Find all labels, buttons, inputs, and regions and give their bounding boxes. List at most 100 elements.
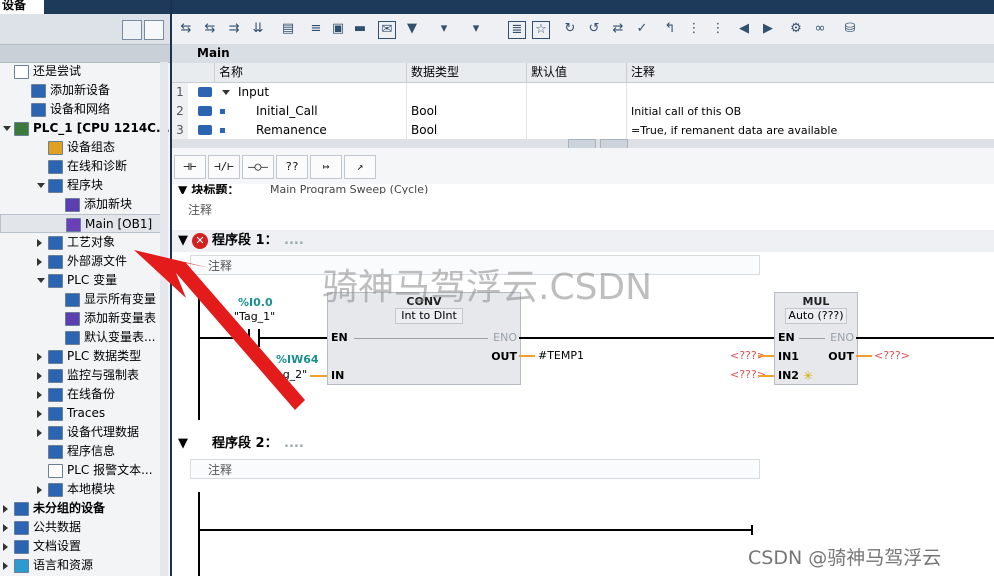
- tree-item[interactable]: Traces: [0, 404, 168, 423]
- conv-out-operand[interactable]: #TEMP1: [538, 349, 584, 362]
- tree-item[interactable]: PLC 变量: [0, 271, 168, 290]
- tree-item[interactable]: 设备组态: [0, 138, 168, 157]
- list-icon[interactable]: ≡: [308, 21, 324, 37]
- tree-item[interactable]: 添加新块: [0, 195, 168, 214]
- open-icon[interactable]: ▤: [280, 21, 296, 37]
- add-input-icon[interactable]: ✳: [803, 369, 813, 383]
- row-default[interactable]: [526, 102, 626, 121]
- col-name[interactable]: 名称: [214, 63, 406, 82]
- block-title-text[interactable]: Main Program Sweep (Cycle): [270, 184, 428, 194]
- table-row[interactable]: 2 Initial_Call Bool Initial call of this…: [172, 102, 994, 122]
- tree-item[interactable]: PLC 报警文本...: [0, 461, 168, 480]
- comment-icon[interactable]: ✉: [378, 21, 396, 39]
- absolute-operand-icon[interactable]: ≣: [508, 21, 526, 39]
- expand-icon[interactable]: [37, 429, 42, 437]
- collapse-icon[interactable]: [3, 126, 11, 131]
- window-icon[interactable]: ▣: [330, 21, 346, 37]
- tree-item[interactable]: 公共数据: [0, 518, 168, 537]
- contact-tag[interactable]: "Tag_1": [234, 310, 275, 323]
- row-name[interactable]: Input: [234, 83, 406, 102]
- tree-item[interactable]: PLC_1 [CPU 1214C...: [0, 119, 170, 138]
- contact-address[interactable]: %I0.0: [238, 296, 273, 309]
- network-1-header[interactable]: ▼ ✕ 程序段 1： ....: [172, 230, 994, 252]
- list-icon[interactable]: ⋮: [686, 21, 702, 37]
- expand-icon[interactable]: [37, 372, 42, 380]
- nc-contact-button[interactable]: ⊣/⊢: [208, 155, 240, 179]
- row-default[interactable]: [526, 121, 626, 140]
- mul-box[interactable]: MUL Auto (???) EN ENO IN1 OUT IN2 ✳: [774, 292, 858, 385]
- tree-item[interactable]: 语言和资源: [0, 556, 168, 575]
- list-icon[interactable]: ⋮: [710, 21, 726, 37]
- branch-icon[interactable]: ⇊: [250, 21, 266, 37]
- close-branch-button[interactable]: ↗: [344, 155, 376, 179]
- tree-item[interactable]: 添加新变量表: [0, 309, 168, 328]
- row-type[interactable]: Bool: [406, 121, 526, 140]
- table-row[interactable]: 1 Input: [172, 83, 994, 103]
- row-comment[interactable]: [626, 83, 926, 102]
- row-default[interactable]: [526, 83, 626, 102]
- tree-item[interactable]: 设备代理数据: [0, 423, 168, 442]
- tree-item[interactable]: 在线和诊断: [0, 157, 168, 176]
- expand-icon[interactable]: ▼: [404, 21, 420, 37]
- check-icon[interactable]: ✓: [634, 21, 650, 37]
- next-error-icon[interactable]: ▶: [760, 21, 776, 37]
- insert-network-icon[interactable]: ⇆: [178, 21, 194, 37]
- expand-icon[interactable]: [3, 562, 8, 570]
- empty-box-button[interactable]: ??: [276, 155, 308, 179]
- table-row[interactable]: 3 Remanence Bool =True, if remanent data…: [172, 121, 994, 141]
- tree-item[interactable]: 文档设置: [0, 537, 168, 556]
- row-type[interactable]: [406, 83, 526, 102]
- expand-icon[interactable]: [37, 410, 42, 418]
- collapse-icon[interactable]: [37, 183, 45, 188]
- mul-out-placeholder[interactable]: <???>: [874, 349, 910, 362]
- tree-item[interactable]: 设备和网络: [0, 100, 168, 119]
- row-comment[interactable]: =True, if remanent data are available: [626, 121, 926, 140]
- network-2-title[interactable]: ....: [284, 433, 304, 455]
- tree-item[interactable]: 显示所有变量: [0, 290, 168, 309]
- row-name[interactable]: Remanence: [252, 121, 406, 140]
- network-2-header[interactable]: ▼ 程序段 2： ....: [172, 433, 994, 455]
- network-2-comment[interactable]: 注释: [190, 459, 760, 479]
- block-comment[interactable]: 注释: [188, 201, 212, 218]
- tree-item[interactable]: 未分组的设备: [0, 499, 168, 518]
- row-name[interactable]: Initial_Call: [252, 102, 406, 121]
- no-contact-icon[interactable]: [248, 329, 250, 347]
- compare-icon[interactable]: ⇄: [610, 21, 626, 37]
- insert-row-icon[interactable]: ⇉: [226, 21, 242, 37]
- no-contact-button[interactable]: ⊣⊢: [174, 155, 206, 179]
- tree-item[interactable]: 本地模块: [0, 480, 168, 499]
- expand-icon[interactable]: [37, 353, 42, 361]
- conv-type-selector[interactable]: Int to DInt: [395, 308, 463, 324]
- tree-item[interactable]: PLC 数据类型: [0, 347, 168, 366]
- table-view-icon[interactable]: [122, 20, 142, 40]
- collapse-icon[interactable]: [37, 278, 45, 283]
- expand-icon[interactable]: [37, 258, 42, 266]
- open-branch-button[interactable]: ↦: [310, 155, 342, 179]
- collapse-icon[interactable]: [222, 90, 230, 95]
- collapse-icon[interactable]: ▼: [178, 230, 188, 252]
- tree-item[interactable]: 在线备份: [0, 385, 168, 404]
- collapse-icon[interactable]: ▼: [178, 433, 188, 455]
- tree-item[interactable]: Main [OB1]: [0, 214, 168, 233]
- expand-icon[interactable]: [37, 239, 42, 247]
- col-type[interactable]: 数据类型: [406, 63, 526, 82]
- monitor-icon[interactable]: ▾: [436, 21, 452, 37]
- coil-button[interactable]: –◯–: [242, 155, 274, 179]
- row-comment[interactable]: Initial call of this OB: [626, 102, 926, 121]
- tree-item[interactable]: 程序块: [0, 176, 168, 195]
- network-1-title[interactable]: ....: [284, 230, 304, 252]
- database-icon[interactable]: ⛁: [842, 21, 858, 37]
- favorites-bar-icon[interactable]: ☆: [532, 21, 550, 39]
- tree-item[interactable]: 还是尝试: [0, 62, 168, 81]
- goto-icon[interactable]: ↻: [562, 21, 578, 37]
- window-icon[interactable]: ▬: [352, 21, 368, 37]
- expand-icon[interactable]: [37, 486, 42, 494]
- favorites-icon[interactable]: ▾: [468, 21, 484, 37]
- expand-icon[interactable]: [3, 505, 8, 513]
- call-icon[interactable]: ↰: [662, 21, 678, 37]
- settings-icon[interactable]: ⚙: [788, 21, 804, 37]
- goto-icon[interactable]: ↺: [586, 21, 602, 37]
- tree-item[interactable]: 外部源文件: [0, 252, 168, 271]
- prev-error-icon[interactable]: ◀: [736, 21, 752, 37]
- tree-item[interactable]: 默认变量表...: [0, 328, 168, 347]
